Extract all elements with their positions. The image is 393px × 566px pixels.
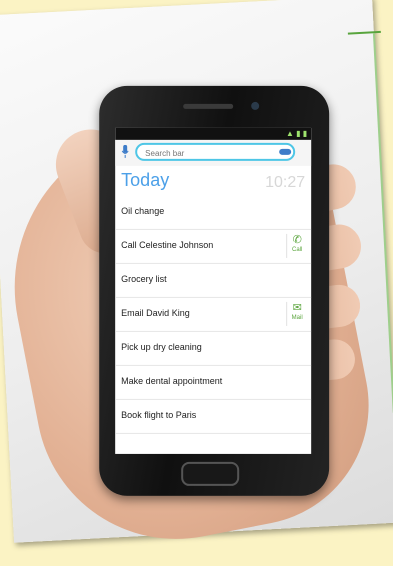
search-row <box>115 139 312 166</box>
task-item[interactable]: Oil change <box>115 195 312 230</box>
today-header: Today 10:27 <box>115 166 311 196</box>
smartphone: ▲ ▮ ▮ Today 10:27 Oil change Call Celest <box>99 85 330 496</box>
photo-card: ▲ ▮ ▮ Today 10:27 Oil change Call Celest <box>0 0 393 564</box>
task-label: Email David King <box>121 307 190 318</box>
task-item[interactable]: Book flight to Paris <box>115 399 312 434</box>
task-label: Book flight to Paris <box>121 409 197 420</box>
signal-battery-icon: ▲ ▮ ▮ <box>286 128 308 138</box>
clock-time: 10:27 <box>265 173 306 191</box>
mail-icon: ✉ <box>292 301 302 314</box>
today-label: Today <box>121 169 170 190</box>
task-item[interactable]: Email David King ✉ Mail <box>115 297 312 332</box>
search-input[interactable] <box>135 142 296 161</box>
green-accent-line <box>372 33 393 413</box>
task-label: Make dental appointment <box>121 375 223 386</box>
mail-button[interactable]: ✉ Mail <box>286 301 308 326</box>
home-button[interactable] <box>181 461 240 486</box>
call-label: Call <box>292 246 303 253</box>
task-label: Grocery list <box>121 273 167 284</box>
status-bar: ▲ ▮ ▮ <box>115 127 312 140</box>
microphone-icon[interactable] <box>121 144 129 159</box>
earpiece-speaker <box>183 103 234 109</box>
task-item[interactable]: Pick up dry cleaning <box>115 331 312 366</box>
task-label: Pick up dry cleaning <box>121 341 202 352</box>
task-label: Call Celestine Johnson <box>121 239 214 250</box>
task-item[interactable]: Call Celestine Johnson ✆ Call <box>115 229 312 264</box>
call-button[interactable]: ✆ Call <box>286 233 308 258</box>
mail-label: Mail <box>291 314 303 321</box>
phone-icon: ✆ <box>292 233 302 246</box>
phone-screen: ▲ ▮ ▮ Today 10:27 Oil change Call Celest <box>115 127 312 454</box>
task-label: Oil change <box>121 205 165 216</box>
front-camera <box>251 101 260 110</box>
green-accent-line <box>347 30 381 35</box>
task-item[interactable]: Make dental appointment <box>115 365 312 400</box>
task-item[interactable]: Grocery list <box>115 263 312 298</box>
search-button[interactable] <box>279 148 292 155</box>
